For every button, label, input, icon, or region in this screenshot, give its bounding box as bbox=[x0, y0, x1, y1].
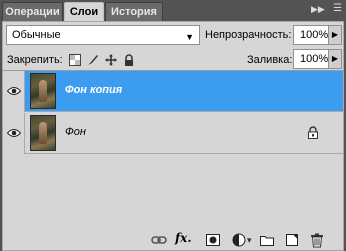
layers-bottom-toolbar: fx. ▾ bbox=[3, 229, 343, 251]
layer-row[interactable]: Фон bbox=[3, 113, 343, 154]
opacity-slider-arrow[interactable]: ▶ bbox=[329, 25, 342, 45]
fx-icon[interactable]: fx. bbox=[175, 231, 192, 245]
eye-icon bbox=[7, 129, 21, 137]
lock-icon bbox=[308, 126, 318, 139]
layers-list: Фон копия Фон bbox=[3, 70, 343, 225]
fill-field[interactable]: 100% bbox=[293, 49, 329, 69]
tab-layers[interactable]: Слои bbox=[64, 2, 104, 22]
layer-name[interactable]: Фон bbox=[65, 126, 86, 138]
link-layers-icon[interactable] bbox=[151, 232, 167, 248]
collapse-panel-icon[interactable]: ▶▶ bbox=[311, 4, 325, 15]
visibility-toggle[interactable] bbox=[3, 71, 25, 112]
layer-thumbnail bbox=[30, 73, 56, 109]
panel-tab-bar: Операции Слои История ▶▶ ☰ bbox=[0, 0, 346, 22]
visibility-toggle[interactable] bbox=[3, 113, 25, 154]
lock-position-icon[interactable] bbox=[105, 54, 117, 66]
tab-actions[interactable]: Операции bbox=[2, 2, 63, 21]
lock-label: Закрепить: bbox=[7, 54, 63, 66]
eye-icon bbox=[7, 87, 21, 95]
layer-thumbnail bbox=[30, 115, 56, 151]
group-folder-icon[interactable] bbox=[259, 232, 275, 248]
opacity-label: Непрозрачность: bbox=[205, 29, 292, 41]
fill-label: Заливка: bbox=[247, 54, 293, 66]
opacity-field[interactable]: 100% bbox=[293, 25, 329, 45]
adjustment-layer-icon[interactable] bbox=[231, 232, 247, 248]
dropdown-arrow-icon: ▾ bbox=[247, 235, 252, 245]
layer-row[interactable]: Фон копия bbox=[3, 71, 343, 112]
blend-mode-dropdown[interactable]: Обычные ▼ bbox=[6, 25, 200, 45]
new-layer-icon[interactable] bbox=[284, 232, 300, 248]
lock-all-icon[interactable] bbox=[123, 54, 135, 66]
panel-menu-icon[interactable]: ☰ bbox=[333, 3, 342, 14]
lock-image-pixels-icon[interactable] bbox=[87, 54, 99, 66]
layers-panel: Обычные ▼ Непрозрачность: 100% ▶ Закрепи… bbox=[2, 21, 344, 251]
blend-mode-value: Обычные bbox=[12, 29, 61, 41]
trash-icon[interactable] bbox=[309, 232, 325, 248]
tab-history[interactable]: История bbox=[105, 2, 163, 21]
chevron-down-icon: ▼ bbox=[185, 32, 194, 42]
fill-slider-arrow[interactable]: ▶ bbox=[329, 49, 342, 69]
layer-mask-icon[interactable] bbox=[205, 232, 221, 248]
lock-transparent-pixels-icon[interactable] bbox=[69, 54, 81, 66]
layer-name[interactable]: Фон копия bbox=[65, 84, 122, 96]
